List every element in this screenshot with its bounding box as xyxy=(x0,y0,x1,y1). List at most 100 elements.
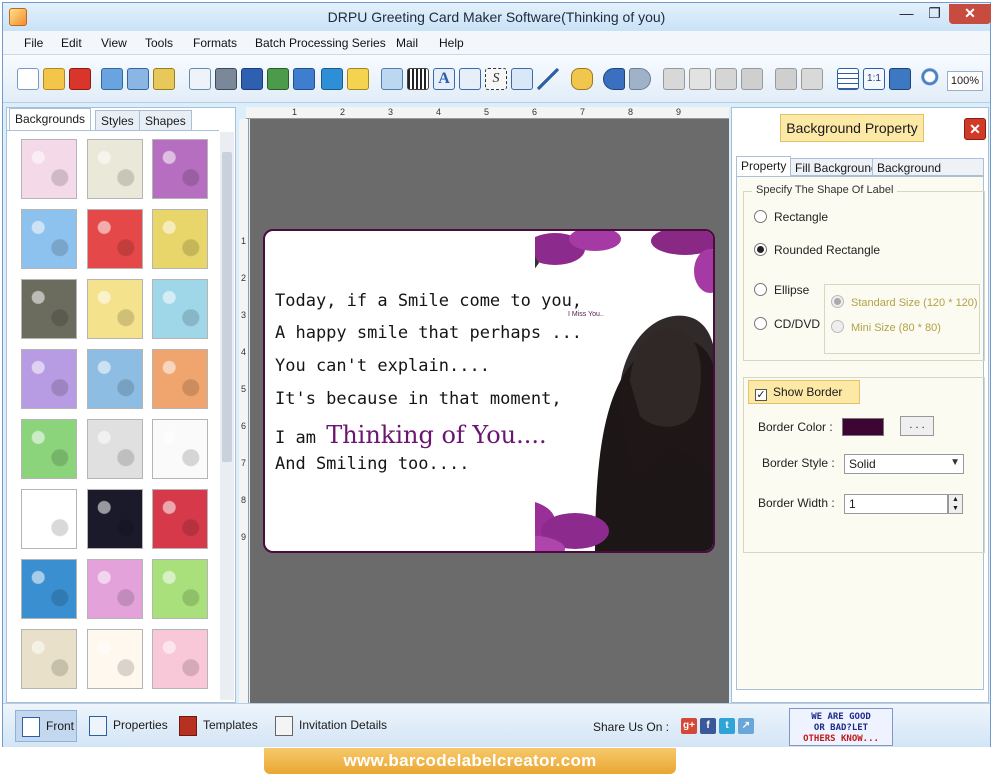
barcode-icon[interactable] xyxy=(407,68,429,90)
card-text-line-5[interactable]: I am Thinking of You.... xyxy=(275,421,547,449)
background-thumbnail[interactable] xyxy=(152,139,208,199)
line-icon[interactable] xyxy=(537,68,559,90)
background-thumbnail[interactable] xyxy=(152,629,208,689)
zoom-level[interactable]: 100% xyxy=(947,71,983,91)
design-canvas[interactable]: Today, if a Smile come to you, A happy s… xyxy=(250,119,729,705)
background-thumbnail[interactable] xyxy=(87,489,143,549)
fit-icon[interactable] xyxy=(889,68,911,90)
border-style-select[interactable]: Solid ▼ xyxy=(844,454,964,474)
tab-background-effects[interactable]: Background Effects xyxy=(872,158,984,189)
background-thumbnail[interactable] xyxy=(21,349,77,409)
background-thumbnail[interactable] xyxy=(87,629,143,689)
radio-button[interactable] xyxy=(754,243,767,256)
background-thumbnail[interactable] xyxy=(152,349,208,409)
border-width-input[interactable]: 1 xyxy=(844,494,948,514)
checkbox[interactable]: ✓ xyxy=(755,389,767,401)
background-thumbnail[interactable] xyxy=(152,209,208,269)
card-text-line-6[interactable]: And Smiling too.... xyxy=(275,454,469,474)
border-color-picker-button[interactable]: . . . xyxy=(900,416,934,436)
signature-icon[interactable] xyxy=(459,68,481,90)
border-color-swatch[interactable] xyxy=(842,418,884,436)
properties-icon[interactable] xyxy=(189,68,211,90)
radio-button[interactable] xyxy=(831,320,844,333)
tab-shapes[interactable]: Shapes xyxy=(139,110,192,130)
new-icon[interactable] xyxy=(17,68,39,90)
send-back-icon[interactable] xyxy=(801,68,823,90)
actual-size-icon[interactable]: 1:1 xyxy=(863,68,885,90)
background-thumbnail[interactable] xyxy=(21,209,77,269)
google-plus-icon[interactable]: g+ xyxy=(681,718,697,734)
undo-icon[interactable] xyxy=(603,68,625,90)
card-text-line-3[interactable]: You can't explain.... xyxy=(275,356,490,376)
copy-icon[interactable] xyxy=(689,68,711,90)
background-thumbnail[interactable] xyxy=(21,419,77,479)
paste-icon[interactable] xyxy=(715,68,737,90)
facebook-icon[interactable]: f xyxy=(700,718,716,734)
redo-icon[interactable] xyxy=(629,68,651,90)
shape-icon[interactable] xyxy=(347,68,369,90)
tab-fill-background[interactable]: Fill Background xyxy=(790,158,883,176)
background-thumbnail[interactable] xyxy=(21,139,77,199)
save-as-icon[interactable] xyxy=(127,68,149,90)
email-icon[interactable] xyxy=(511,68,533,90)
radio-mini-size[interactable]: Mini Size (80 * 80) xyxy=(831,320,941,334)
delete-icon[interactable] xyxy=(741,68,763,90)
front-button[interactable]: Front xyxy=(15,710,77,742)
close-window-button[interactable]: ✕ xyxy=(949,4,991,24)
background-thumbnail[interactable] xyxy=(21,279,77,339)
export-icon[interactable] xyxy=(153,68,175,90)
website-banner[interactable]: www.barcodelabelcreator.com xyxy=(264,748,676,774)
menu-help[interactable]: Help xyxy=(439,36,464,50)
menu-mail[interactable]: Mail xyxy=(396,36,418,50)
save-icon[interactable] xyxy=(101,68,123,90)
radio-button[interactable] xyxy=(754,210,767,223)
left-panel-scrollbar[interactable] xyxy=(220,132,234,700)
background-thumbnail[interactable] xyxy=(152,559,208,619)
feedback-badge[interactable]: WE ARE GOOD OR BAD?LET OTHERS KNOW... xyxy=(789,708,893,746)
share-icon[interactable]: ↗ xyxy=(738,718,754,734)
greeting-card[interactable]: Today, if a Smile come to you, A happy s… xyxy=(263,229,715,553)
image-icon[interactable] xyxy=(267,68,289,90)
radio-ellipse[interactable]: Ellipse xyxy=(754,283,809,297)
radio-button[interactable] xyxy=(754,283,767,296)
radio-button[interactable] xyxy=(754,317,767,330)
background-thumbnail[interactable] xyxy=(21,559,77,619)
background-thumbnail[interactable] xyxy=(21,629,77,689)
database-icon[interactable] xyxy=(571,68,593,90)
cut-icon[interactable] xyxy=(663,68,685,90)
menu-batch-processing[interactable]: Batch Processing Series xyxy=(255,36,386,50)
bring-front-icon[interactable] xyxy=(775,68,797,90)
radio-rounded-rectangle[interactable]: Rounded Rectangle xyxy=(754,243,880,257)
print-preview-icon[interactable] xyxy=(241,68,263,90)
tab-styles[interactable]: Styles xyxy=(95,110,140,130)
background-thumbnail[interactable] xyxy=(152,489,208,549)
print-icon[interactable] xyxy=(215,68,237,90)
radio-button[interactable] xyxy=(831,295,844,308)
border-width-stepper[interactable]: ▲ ▼ xyxy=(948,494,963,514)
background-thumbnail[interactable] xyxy=(87,349,143,409)
picture-icon[interactable] xyxy=(293,68,315,90)
card-text-line-4[interactable]: It's because in that moment, xyxy=(275,389,562,409)
close-doc-icon[interactable] xyxy=(69,68,91,90)
maximize-button[interactable]: ❐ xyxy=(921,4,948,24)
panel-close-button[interactable]: ✕ xyxy=(964,118,986,140)
background-thumbnail[interactable] xyxy=(87,279,143,339)
twitter-icon[interactable]: t xyxy=(719,718,735,734)
background-thumbnail[interactable] xyxy=(152,419,208,479)
background-thumbnail[interactable] xyxy=(152,279,208,339)
pen-icon[interactable] xyxy=(321,68,343,90)
radio-cd-dvd[interactable]: CD/DVD xyxy=(754,317,820,331)
background-thumbnail[interactable] xyxy=(87,559,143,619)
background-thumbnail[interactable] xyxy=(87,139,143,199)
radio-rectangle[interactable]: Rectangle xyxy=(754,210,828,224)
script-text-icon[interactable]: S xyxy=(485,68,507,90)
tab-property[interactable]: Property xyxy=(736,156,792,176)
menu-edit[interactable]: Edit xyxy=(61,36,82,50)
tab-backgrounds[interactable]: Backgrounds xyxy=(9,108,92,130)
open-icon[interactable] xyxy=(43,68,65,90)
background-thumbnail[interactable] xyxy=(87,209,143,269)
zoom-icon[interactable] xyxy=(921,68,943,90)
radio-standard-size[interactable]: Standard Size (120 * 120) xyxy=(831,295,978,309)
menu-formats[interactable]: Formats xyxy=(193,36,237,50)
menu-view[interactable]: View xyxy=(101,36,127,50)
